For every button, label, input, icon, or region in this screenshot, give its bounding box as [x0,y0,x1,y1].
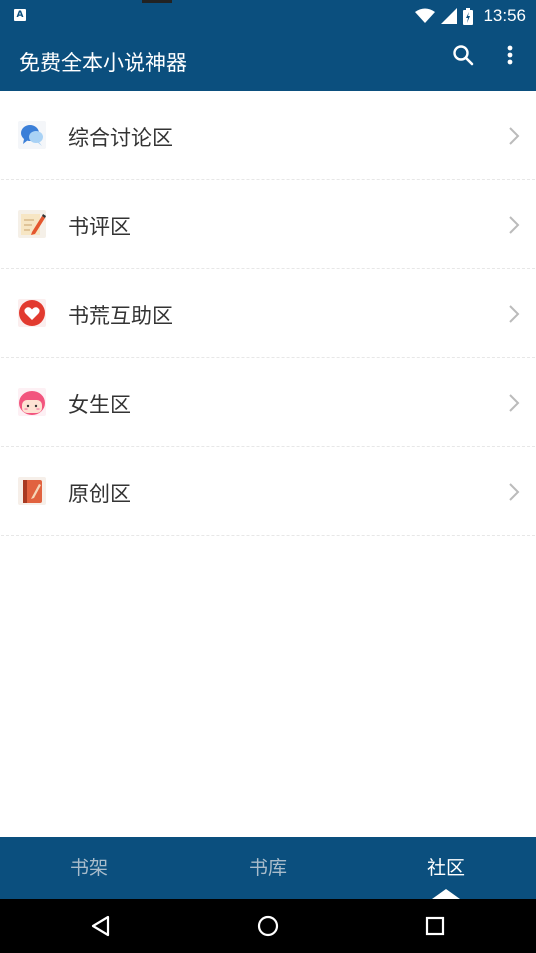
heart-icon [18,299,46,327]
home-icon[interactable] [255,913,281,939]
more-vert-icon[interactable] [498,42,522,70]
forum-item-book-review[interactable]: 书评区 [1,180,535,269]
chevron-right-icon [509,483,520,501]
tab-library[interactable]: 书库 [179,837,357,899]
bottom-nav: 书架 书库 社区 [0,837,536,899]
pencil-note-icon [18,210,46,238]
forum-list: 综合讨论区 书评区 书荒互助区 女生区 原创区 [0,91,536,536]
notebook-icon [18,477,46,505]
battery-icon [463,7,474,25]
forum-label: 原创区 [68,482,131,506]
recents-icon[interactable] [422,913,448,939]
forum-label: 女生区 [68,393,131,417]
chevron-right-icon [509,394,520,412]
chevron-right-icon [509,216,520,234]
search-icon[interactable] [450,42,478,70]
app-bar: 免费全本小说神器 [0,32,536,91]
active-tab-indicator [432,889,460,899]
girl-face-icon [18,388,46,416]
back-icon[interactable] [88,913,114,939]
forum-item-book-help[interactable]: 书荒互助区 [1,269,535,358]
chat-bubbles-icon [18,121,46,149]
chevron-right-icon [509,127,520,145]
app-title: 免费全本小说神器 [19,51,187,75]
forum-label: 书评区 [68,215,131,239]
forum-item-general[interactable]: 综合讨论区 [1,91,535,180]
forum-item-female[interactable]: 女生区 [1,358,535,447]
forum-item-original[interactable]: 原创区 [1,447,535,536]
tab-bookshelf[interactable]: 书架 [0,837,178,899]
wifi-icon [415,8,436,23]
status-icons: 13:56 [415,4,526,28]
system-nav-bar [0,899,536,953]
status-bar: A 13:56 [0,0,536,32]
cell-signal-icon [441,8,458,24]
a-icon: A [14,9,26,21]
forum-label: 书荒互助区 [68,304,173,328]
camera-notch [142,0,172,3]
status-time: 13:56 [483,6,526,25]
forum-label: 综合讨论区 [68,126,173,150]
chevron-right-icon [509,305,520,323]
